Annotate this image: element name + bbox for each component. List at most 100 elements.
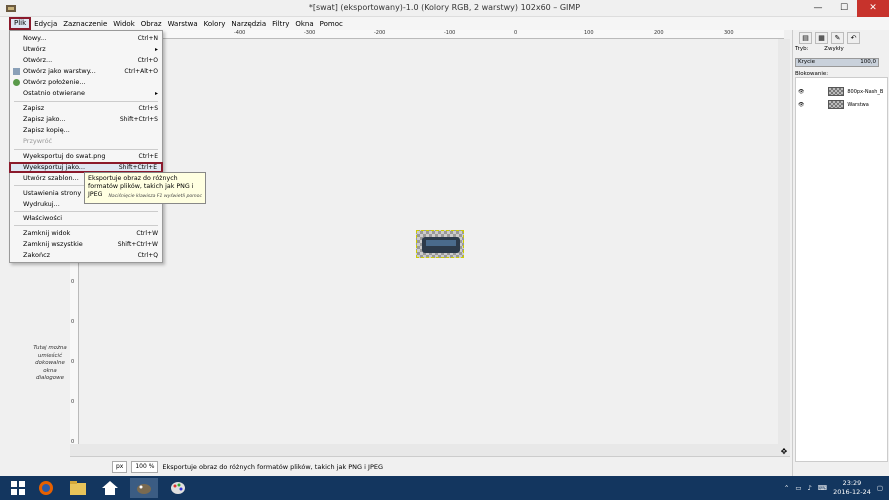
menu-item-new[interactable]: Nowy... Ctrl+N bbox=[10, 33, 162, 44]
volume-icon[interactable]: ♪ bbox=[808, 484, 812, 492]
ruler-label: -100 bbox=[444, 30, 456, 36]
vehicle-image bbox=[422, 237, 460, 253]
menu-separator bbox=[14, 101, 158, 102]
menu-colors[interactable]: Kolory bbox=[201, 18, 229, 30]
menu-file[interactable]: Plik bbox=[9, 17, 32, 30]
chevron-up-icon[interactable]: ⌃ bbox=[784, 484, 789, 492]
channels-tab-icon[interactable]: ▦ bbox=[815, 32, 828, 44]
close-button[interactable]: ✕ bbox=[857, 0, 889, 17]
menu-tools[interactable]: Narzędzia bbox=[228, 18, 269, 30]
ruler-label: 0 bbox=[71, 359, 75, 365]
minimize-button[interactable]: — bbox=[805, 0, 831, 17]
palette-icon bbox=[171, 482, 185, 494]
ruler-label: 200 bbox=[654, 30, 664, 36]
ruler-label: 100 bbox=[584, 30, 594, 36]
taskbar: ⌃ ▭ ♪ ⌨ 23:29 2016-12-24 ▢ bbox=[0, 476, 889, 500]
menu-item-save-copy[interactable]: Zapisz kopię... bbox=[10, 125, 162, 136]
layer-thumbnail bbox=[828, 87, 845, 96]
tooltip: Eksportuje obraz do różnych formatów pli… bbox=[84, 172, 206, 204]
menu-item-quit[interactable]: Zakończ Ctrl+Q bbox=[10, 250, 162, 261]
unit-select[interactable]: px bbox=[112, 460, 128, 473]
status-message: Eksportuje obraz do różnych formatów pli… bbox=[162, 462, 384, 471]
ruler-label: -200 bbox=[374, 30, 386, 36]
opacity-label: Krycie bbox=[798, 59, 816, 65]
layers-tab-icon[interactable]: ▤ bbox=[799, 32, 812, 44]
ruler-label: 0 bbox=[71, 279, 75, 285]
eye-icon[interactable]: 👁 bbox=[798, 89, 804, 95]
layer-name: Warstwa bbox=[847, 101, 869, 108]
layer-row[interactable]: 👁 Warstwa bbox=[798, 99, 888, 110]
menu-separator bbox=[14, 211, 158, 212]
menu-item-recent[interactable]: Ostatnio otwierane ▸ bbox=[10, 88, 162, 99]
menu-bar: Plik Edycja Zaznaczenie Widok Obraz Wars… bbox=[0, 17, 889, 30]
keyboard-icon[interactable]: ⌨ bbox=[818, 484, 827, 492]
opacity-slider[interactable]: Krycie 100,0 bbox=[795, 58, 879, 67]
clock-date: 2016-12-24 bbox=[833, 488, 871, 496]
mode-select[interactable]: Zwykły bbox=[824, 46, 844, 52]
menu-item-save-as[interactable]: Zapisz jako... Shift+Ctrl+S bbox=[10, 114, 162, 125]
menu-filters[interactable]: Filtry bbox=[269, 18, 292, 30]
network-icon[interactable]: ▭ bbox=[795, 484, 801, 492]
menu-item-open[interactable]: Otwórz... Ctrl+O bbox=[10, 55, 162, 66]
image-preview[interactable] bbox=[416, 230, 464, 258]
horizontal-scrollbar[interactable] bbox=[70, 444, 780, 456]
menu-item-open-location[interactable]: Otwórz położenie... bbox=[10, 77, 162, 88]
firefox-icon bbox=[39, 481, 53, 495]
clock[interactable]: 23:29 2016-12-24 bbox=[833, 479, 871, 497]
mode-label: Tryb: bbox=[795, 46, 809, 52]
menu-item-close-view[interactable]: Zamknij widok Ctrl+W bbox=[10, 228, 162, 239]
menu-item-properties[interactable]: Właściwości bbox=[10, 213, 162, 224]
clock-time: 23:29 bbox=[842, 479, 862, 487]
paths-tab-icon[interactable]: ✎ bbox=[831, 32, 844, 44]
menu-edit[interactable]: Edycja bbox=[31, 18, 60, 30]
zoom-select[interactable]: 100 % bbox=[131, 460, 159, 473]
tooltip-hint: Naciśnięcie klawisza F1 wyświetli pomoc bbox=[108, 194, 202, 199]
menu-view[interactable]: Widok bbox=[110, 18, 138, 30]
menu-item-create[interactable]: Utwórz ▸ bbox=[10, 44, 162, 55]
menu-help[interactable]: Pomoc bbox=[317, 18, 346, 30]
layer-thumbnail bbox=[828, 100, 845, 109]
ruler-label: -300 bbox=[304, 30, 316, 36]
menu-item-save[interactable]: Zapisz Ctrl+S bbox=[10, 103, 162, 114]
firefox-taskbar[interactable] bbox=[32, 478, 60, 498]
status-bar: px 100 % Eksportuje obraz do różnych for… bbox=[70, 456, 790, 476]
menu-layer[interactable]: Warstwa bbox=[165, 18, 201, 30]
paint-taskbar[interactable] bbox=[164, 478, 192, 498]
system-tray: ⌃ ▭ ♪ ⌨ 23:29 2016-12-24 ▢ bbox=[784, 478, 883, 498]
ruler-label: 0 bbox=[514, 30, 518, 36]
layers-icon bbox=[13, 68, 20, 75]
globe-icon bbox=[13, 79, 20, 86]
title-bar: *[swat] (eksportowany)-1.0 (Kolory RGB, … bbox=[0, 0, 889, 17]
window-title: *[swat] (eksportowany)-1.0 (Kolory RGB, … bbox=[308, 3, 581, 12]
menu-item-close-all[interactable]: Zamknij wszystkie Shift+Ctrl+W bbox=[10, 239, 162, 250]
menu-image[interactable]: Obraz bbox=[138, 18, 165, 30]
opacity-value: 100,0 bbox=[860, 59, 876, 65]
menu-separator bbox=[14, 225, 158, 226]
undo-tab-icon[interactable]: ↶ bbox=[847, 32, 860, 44]
menu-item-open-as-layers[interactable]: Otwórz jako warstwy... Ctrl+Alt+O bbox=[10, 66, 162, 77]
canvas-area[interactable] bbox=[80, 40, 784, 444]
right-dock: ▤ ▦ ✎ ↶ Tryb: Zwykły Krycie 100,0 Blokow… bbox=[792, 30, 889, 476]
gimp-taskbar[interactable] bbox=[130, 478, 158, 498]
notifications-icon[interactable]: ▢ bbox=[877, 484, 883, 492]
eye-icon[interactable]: 👁 bbox=[798, 102, 804, 108]
maximize-button[interactable]: ☐ bbox=[831, 0, 857, 17]
start-button[interactable] bbox=[4, 478, 32, 498]
layer-name: 800px-Nash_B bbox=[847, 88, 884, 95]
home-icon bbox=[102, 481, 118, 495]
vertical-scrollbar[interactable] bbox=[778, 39, 790, 459]
gimp-window: *[swat] (eksportowany)-1.0 (Kolory RGB, … bbox=[0, 0, 889, 476]
menu-item-revert: Przywróć bbox=[23, 137, 53, 145]
ruler-label: 300 bbox=[724, 30, 734, 36]
menu-windows[interactable]: Okna bbox=[292, 18, 316, 30]
menu-item-export-to[interactable]: Wyeksportuj do swat.png Ctrl+E bbox=[10, 151, 162, 162]
folder-icon bbox=[70, 481, 86, 495]
ruler-label: 0 bbox=[71, 399, 75, 405]
horizontal-ruler[interactable]: -400 -300 -200 -100 0 100 200 300 bbox=[84, 30, 784, 39]
explorer-taskbar[interactable] bbox=[64, 478, 92, 498]
menu-select[interactable]: Zaznaczenie bbox=[60, 18, 110, 30]
layer-row[interactable]: 👁 800px-Nash_B bbox=[798, 86, 888, 97]
windows-icon bbox=[11, 481, 25, 495]
home-taskbar[interactable] bbox=[96, 478, 124, 498]
layers-list: 👁 800px-Nash_B 👁 Warstwa bbox=[795, 77, 888, 462]
